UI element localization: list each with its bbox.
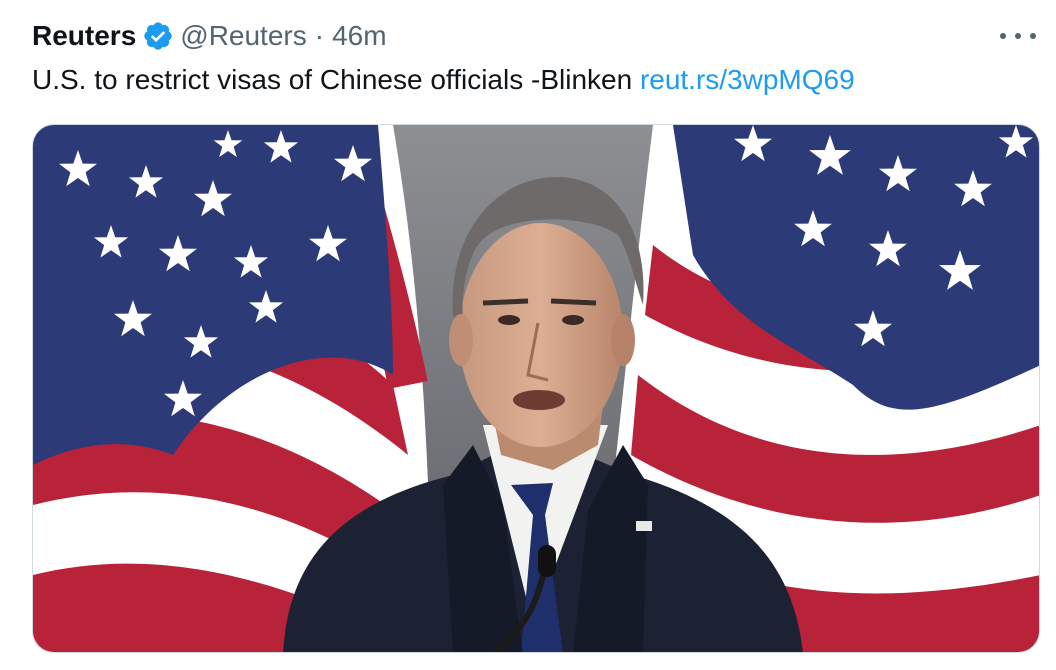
separator-dot: ·	[314, 20, 325, 51]
tweet-header: Reuters @Reuters · 46m	[32, 16, 387, 56]
tweet-link[interactable]: reut.rs/3wpMQ69	[640, 64, 855, 95]
news-photo	[33, 125, 1039, 652]
more-dot	[1015, 33, 1021, 39]
tweet-media-image[interactable]	[32, 124, 1040, 653]
tweet-text: U.S. to restrict visas of Chinese offici…	[32, 62, 855, 98]
tweet[interactable]: Reuters @Reuters · 46m U.S. to restrict …	[0, 0, 1056, 670]
tweet-body: U.S. to restrict visas of Chinese offici…	[32, 64, 633, 95]
more-dot	[1000, 33, 1006, 39]
tweet-timestamp[interactable]: 46m	[332, 20, 386, 52]
verified-badge-icon	[142, 20, 174, 52]
more-options-icon[interactable]	[1000, 22, 1036, 50]
author-name[interactable]: Reuters	[32, 20, 136, 52]
author-handle[interactable]: @Reuters	[180, 20, 306, 52]
more-dot	[1030, 33, 1036, 39]
